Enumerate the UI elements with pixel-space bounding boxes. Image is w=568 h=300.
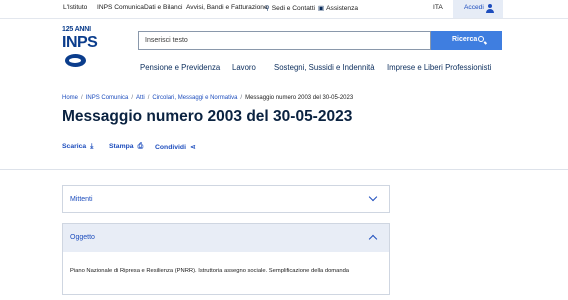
download-icon: ⤓: [90, 143, 94, 150]
share-label: Condividi: [155, 144, 186, 151]
accordion-header-oggetto[interactable]: Oggetto: [63, 224, 389, 252]
accordion-oggetto: Oggetto Piano Nazionale di Ripresa e Res…: [62, 223, 390, 295]
accordion-header-mittenti[interactable]: Mittenti: [63, 186, 389, 212]
top-divider: [0, 18, 568, 19]
breadcrumb-separator: /: [131, 95, 134, 101]
assistenza-label: Assistenza: [326, 5, 359, 12]
top-link-istituto[interactable]: L'Istituto: [63, 4, 87, 11]
top-link-inps-comunica[interactable]: INPS Comunica: [97, 4, 144, 11]
content-divider: [0, 169, 568, 170]
print-icon: ⎙: [137, 143, 144, 150]
breadcrumb-inps-comunica[interactable]: INPS Comunica: [86, 95, 129, 101]
breadcrumb-current: Messaggio numero 2003 del 30-05-2023: [245, 95, 354, 101]
nav-item-pensione[interactable]: Pensione e Previdenza: [140, 63, 220, 72]
chevron-down-icon: [368, 192, 378, 202]
breadcrumb-home[interactable]: Home: [62, 95, 78, 101]
inps-logo[interactable]: 125 ANNI INPS: [62, 26, 98, 76]
nav-item-lavoro[interactable]: Lavoro: [232, 63, 256, 72]
search-input[interactable]: Inserisci testo: [138, 31, 431, 50]
sedi-contatti-label: Sedi e Contatti: [271, 5, 316, 12]
logo-anni-text: 125 ANNI: [62, 26, 91, 33]
top-link-assistenza[interactable]: ▣ Assistenza: [318, 4, 358, 12]
accordion-mittenti: Mittenti: [62, 185, 390, 213]
logo-inps-text: INPS: [62, 34, 98, 51]
top-utility-bar: L'Istituto INPS Comunica Dati e Bilanci …: [0, 0, 568, 18]
search-button-label: Ricerca: [452, 36, 478, 43]
print-label: Stampa: [109, 143, 134, 150]
login-button[interactable]: Accedi: [453, 0, 503, 18]
chevron-up-icon: [368, 234, 378, 244]
breadcrumb-separator: /: [147, 95, 150, 101]
breadcrumb-atti[interactable]: Atti: [136, 95, 145, 101]
breadcrumb-circolari[interactable]: Circolari, Messaggi e Normativa: [152, 95, 237, 101]
top-link-avvisi-bandi[interactable]: Avvisi, Bandi e Fatturazione: [186, 4, 268, 11]
breadcrumb-separator: /: [81, 95, 83, 101]
chat-icon: ▣: [318, 5, 325, 12]
page-title: Messaggio numero 2003 del 30-05-2023: [62, 108, 353, 125]
nav-item-sostegni[interactable]: Sostegni, Sussidi e Indennità: [274, 63, 375, 72]
search-button[interactable]: Ricerca: [431, 31, 502, 50]
breadcrumb-separator: /: [240, 95, 243, 101]
breadcrumb: Home / INPS Comunica / Atti / Circolari, Messa…: [62, 95, 353, 101]
print-button[interactable]: Stampa ⎙: [109, 143, 143, 151]
download-label: Scarica: [62, 143, 87, 150]
login-label: Accedi: [464, 4, 484, 11]
share-button[interactable]: Condividi ⋖: [155, 143, 196, 151]
top-link-dati-bilanci[interactable]: Dati e Bilanci: [144, 4, 182, 11]
search-icon: [478, 36, 484, 42]
accordion-title: Oggetto: [70, 234, 95, 241]
accordion-content: Piano Nazionale di Ripresa e Resilienza …: [70, 268, 350, 274]
top-link-sedi-contatti[interactable]: ⚲ Sedi e Contatti: [265, 4, 315, 12]
download-button[interactable]: Scarica ⤓: [62, 143, 93, 151]
logo-emblem-icon: [65, 54, 86, 67]
language-selector[interactable]: ITA: [433, 4, 443, 11]
nav-item-imprese[interactable]: Imprese e Liberi Professionisti: [387, 63, 491, 72]
accordion-title: Mittenti: [70, 196, 93, 203]
share-icon: ⋖: [189, 144, 196, 151]
user-icon: [486, 4, 494, 13]
location-pin-icon: ⚲: [265, 5, 270, 12]
